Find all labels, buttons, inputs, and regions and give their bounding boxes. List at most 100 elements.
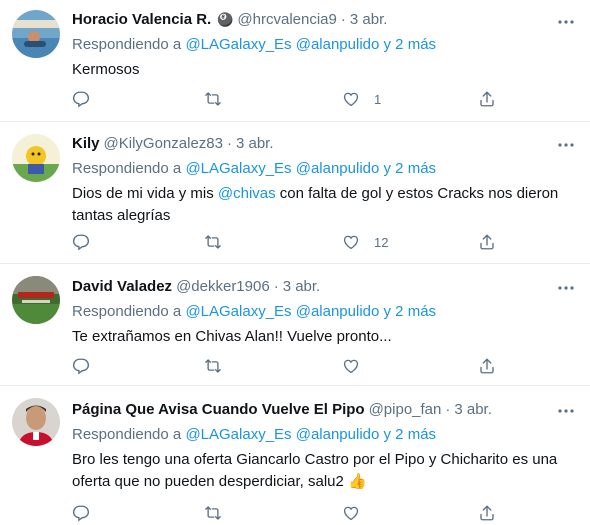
reply-button[interactable] [72, 503, 90, 523]
mention-link[interactable]: @LAGalaxy_Es [185, 426, 291, 443]
tweet-content: Kily @KilyGonzalez83 · 3 abr. Respondien… [72, 133, 576, 227]
share-icon [480, 358, 494, 374]
tweet[interactable]: Horacio Valencia R. 🎱 @hrcvalencia9 · 3 … [0, 0, 590, 122]
more-mentions-link[interactable]: y 2 más [384, 426, 437, 443]
tweet-text: Bro les tengo una oferta Giancarlo Castr… [72, 451, 558, 490]
tweet-text: Dios de mi vida y mis @chivas con falta … [72, 183, 576, 227]
display-name[interactable]: David Valadez [72, 276, 172, 298]
more-options-icon[interactable] [556, 135, 576, 155]
retweet-icon [205, 506, 221, 520]
heart-icon [343, 235, 359, 250]
tweet-content: Horacio Valencia R. 🎱 @hrcvalencia9 · 3 … [72, 9, 576, 81]
more-mentions-link[interactable]: y 2 más [384, 160, 437, 177]
share-icon [480, 91, 494, 107]
tweet-content: Página Que Avisa Cuando Vuelve El Pipo @… [72, 399, 576, 493]
tweet[interactable]: Página Que Avisa Cuando Vuelve El Pipo @… [0, 386, 590, 525]
tweet-date[interactable]: 3 abr. [236, 133, 274, 155]
more-options-icon[interactable] [556, 401, 576, 421]
share-button[interactable] [478, 89, 496, 109]
tweet-header: David Valadez @dekker1906 · 3 abr. [72, 276, 576, 298]
retweet-button[interactable] [204, 232, 222, 252]
tweet[interactable]: Kily @KilyGonzalez83 · 3 abr. Respondien… [0, 122, 590, 264]
share-button[interactable] [478, 356, 496, 376]
replying-to: Respondiendo a @LAGalaxy_Es @alanpulido … [72, 424, 576, 446]
avatar[interactable] [12, 134, 60, 182]
retweet-button[interactable] [204, 89, 222, 109]
mention-link[interactable]: @chivas [218, 185, 276, 202]
heart-icon [343, 506, 359, 521]
more-options-icon[interactable] [556, 278, 576, 298]
mention-link[interactable]: @alanpulido [296, 303, 380, 320]
retweet-icon [205, 235, 221, 249]
avatar-image [12, 276, 60, 324]
replying-to: Respondiendo a @LAGalaxy_Es @alanpulido … [72, 158, 576, 180]
name-emoji: 🎱 [217, 12, 234, 27]
tweet-text: Te extrañamos en Chivas Alan!! Vuelve pr… [72, 328, 392, 345]
more-mentions-link[interactable]: y 2 más [384, 36, 437, 53]
mention-link[interactable]: @alanpulido [296, 36, 380, 53]
user-handle[interactable]: @pipo_fan [369, 399, 442, 421]
tweet-date[interactable]: 3 abr. [350, 9, 388, 31]
avatar[interactable] [12, 276, 60, 324]
retweet-button[interactable] [204, 503, 222, 523]
display-name[interactable]: Horacio Valencia R. [72, 9, 211, 31]
display-name[interactable]: Kily [72, 133, 100, 155]
reply-icon [72, 91, 90, 108]
tweet-actions: 1 [72, 89, 502, 109]
avatar-image [12, 10, 60, 58]
reply-button[interactable] [72, 89, 90, 109]
mention-link[interactable]: @LAGalaxy_Es [185, 36, 291, 53]
tweet-date[interactable]: 3 abr. [283, 276, 321, 298]
separator-dot: · [226, 135, 232, 152]
user-handle[interactable]: @hrcvalencia9 [237, 9, 336, 31]
tweet-date[interactable]: 3 abr. [454, 399, 492, 421]
separator-dot: · [445, 401, 451, 418]
replying-to-label: Respondiendo a [72, 36, 182, 53]
separator-dot: · [340, 11, 346, 28]
tweet-replies-feed: Horacio Valencia R. 🎱 @hrcvalencia9 · 3 … [0, 0, 590, 525]
share-icon [480, 505, 494, 521]
heart-icon [343, 359, 359, 374]
tweet[interactable]: David Valadez @dekker1906 · 3 abr. Respo… [0, 264, 590, 386]
mention-link[interactable]: @alanpulido [296, 426, 380, 443]
more-mentions-link[interactable]: y 2 más [384, 303, 437, 320]
reply-button[interactable] [72, 356, 90, 376]
mention-link[interactable]: @LAGalaxy_Es [185, 303, 291, 320]
retweet-button[interactable] [204, 356, 222, 376]
like-button[interactable]: 1 [342, 89, 381, 109]
like-button[interactable] [342, 503, 374, 523]
tweet-header: Página Que Avisa Cuando Vuelve El Pipo @… [72, 399, 576, 421]
retweet-icon [205, 359, 221, 373]
separator-dot: · [273, 278, 279, 295]
tweet-text: Kermosos [72, 61, 140, 78]
tweet-actions [72, 356, 502, 376]
more-options-icon[interactable] [556, 12, 576, 32]
like-button[interactable] [342, 356, 374, 376]
replying-to-label: Respondiendo a [72, 303, 182, 320]
tweet-content: David Valadez @dekker1906 · 3 abr. Respo… [72, 276, 576, 348]
reply-button[interactable] [72, 232, 90, 252]
avatar[interactable] [12, 398, 60, 446]
tweet-text-part: Dios de mi vida y mis [72, 185, 218, 202]
share-button[interactable] [478, 503, 496, 523]
display-name[interactable]: Página Que Avisa Cuando Vuelve El Pipo [72, 399, 365, 421]
heart-icon [343, 92, 359, 107]
like-button[interactable]: 12 [342, 232, 388, 252]
mention-link[interactable]: @LAGalaxy_Es [185, 160, 291, 177]
replying-to: Respondiendo a @LAGalaxy_Es @alanpulido … [72, 34, 576, 56]
tweet-actions [72, 503, 502, 523]
tweet-actions: 12 [72, 232, 502, 252]
avatar-image [12, 134, 60, 182]
retweet-icon [205, 92, 221, 106]
user-handle[interactable]: @KilyGonzalez83 [104, 133, 223, 155]
like-count: 12 [374, 234, 389, 250]
tweet-header: Kily @KilyGonzalez83 · 3 abr. [72, 133, 576, 155]
reply-icon [72, 505, 90, 522]
mention-link[interactable]: @alanpulido [296, 160, 380, 177]
avatar[interactable] [12, 10, 60, 58]
share-button[interactable] [478, 232, 496, 252]
replying-to-label: Respondiendo a [72, 160, 182, 177]
user-handle[interactable]: @dekker1906 [176, 276, 270, 298]
tweet-header: Horacio Valencia R. 🎱 @hrcvalencia9 · 3 … [72, 9, 576, 31]
avatar-image [12, 398, 60, 446]
